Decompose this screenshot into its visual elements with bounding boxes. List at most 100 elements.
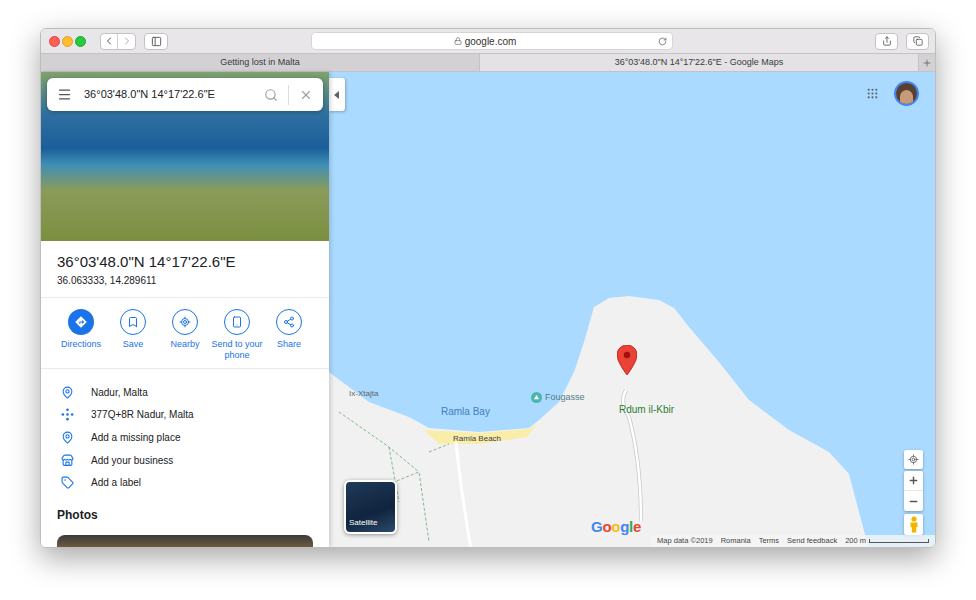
street-view-button[interactable] [904,514,923,535]
browser-tab[interactable]: Getting lost in Malta [41,54,480,71]
google-logo: Google [591,516,641,539]
tabs-icon [913,36,923,46]
add-place-icon [61,431,74,444]
plus-code-icon [61,408,74,421]
detail-text: Nadur, Malta [91,385,148,400]
plus-icon [922,58,932,68]
search-input[interactable]: 36°03'48.0"N 14°17'22.6"E [84,86,264,103]
place-header: 36°03'48.0"N 14°17'22.6"E 36.063333, 14.2… [41,241,329,298]
detail-row[interactable]: Nadur, Malta [61,381,309,404]
collapse-panel-button[interactable] [329,78,345,111]
action-label: Send to your phone [211,339,263,361]
apps-icon [866,87,879,100]
action-label: Nearby [170,339,199,350]
detail-row[interactable]: Add a label [61,471,309,494]
satellite-label: Satellite [349,517,377,529]
desktop: google.comGetting lost in Malta36°03'48.… [0,0,976,600]
zoom-button[interactable] [75,36,86,47]
place-title: 36°03'48.0"N 14°17'22.6"E [57,252,313,272]
forward-icon [121,35,133,47]
map-label[interactable]: Ix-Xtajta [349,388,378,400]
footer-link[interactable]: Send feedback [787,535,837,546]
back-button[interactable] [101,34,118,49]
place-decimal: 36.063333, 14.289611 [57,274,313,288]
side-panel: 36°03'48.0"N 14°17'22.6"E36°03'48.0"N 14… [41,72,329,547]
nearby-icon [172,309,198,335]
detail-text: Add your business [91,453,173,468]
locate-icon [908,454,919,465]
map-label[interactable]: Fougasse [531,391,585,405]
tab-bar: Getting lost in Malta36°03'48.0"N 14°17'… [41,53,935,72]
photo-thumbnail[interactable] [57,535,313,547]
poi-icon [531,392,542,403]
apps-button[interactable] [866,87,879,100]
close-button[interactable] [49,36,60,47]
action-button[interactable]: Save [107,309,159,368]
action-button[interactable]: Nearby [159,309,211,368]
navigation-buttons [100,33,136,50]
zoom-controls [904,471,923,511]
place-photo[interactable]: 36°03'48.0"N 14°17'22.6"E [41,72,329,241]
search-icon[interactable] [264,88,278,102]
detail-text: 377Q+8R Nadur, Malta [91,407,194,422]
detail-text: Add a label [91,475,141,490]
footer-link: Map data ©2019 [657,535,713,546]
browser-tab[interactable]: 36°03'48.0"N 14°17'22.6"E - Google Maps [480,54,919,71]
bookmark-icon [120,309,146,335]
photos-heading: Photos [41,506,329,524]
action-button[interactable]: Share [263,309,315,368]
detail-row[interactable]: Add your business [61,449,309,472]
map-label[interactable]: Ramla Bay [441,404,490,419]
detail-row[interactable]: Add a missing place [61,426,309,449]
collapse-icon [334,91,340,99]
phone-icon [224,309,250,335]
map[interactable]: Ix-Xtajta Ramla Bay Fougasse Ramla Beach Rdu… [329,72,935,547]
my-location-button[interactable] [904,450,923,469]
browser-window: google.comGetting lost in Malta36°03'48.… [40,28,936,548]
new-tab-button[interactable] [919,54,935,71]
address-bar[interactable]: google.com [311,32,673,50]
tabs-button[interactable] [906,33,929,50]
detail-text: Add a missing place [91,430,181,445]
map-pin-icon[interactable] [617,345,637,375]
action-label: Save [123,339,144,350]
menu-icon[interactable] [57,87,72,102]
detail-row[interactable]: 377Q+8R Nadur, Malta [61,404,309,427]
action-button[interactable]: Send to your phone [211,309,263,368]
scale-bar[interactable]: 200 m [845,535,929,546]
zoom-out-button[interactable] [904,491,923,511]
action-label: Share [277,339,301,350]
search-box[interactable]: 36°03'48.0"N 14°17'22.6"E [47,78,323,111]
share-icon [276,309,302,335]
directions-icon [68,309,94,335]
lock-icon [454,37,462,45]
location-icon [61,386,74,399]
footer-link[interactable]: Romania [721,535,751,546]
map-label[interactable]: Ramla Beach [453,433,501,445]
share-icon [882,36,892,46]
details-list: Nadur, Malta 377Q+8R Nadur, Malta Add a mi… [41,369,329,494]
back-icon [103,35,115,47]
land-shape [329,72,935,547]
map-footer: Map data ©2019 Romania Terms Send feedback 2… [651,535,935,547]
share-button[interactable] [875,33,898,50]
forward-button[interactable] [118,34,135,49]
plus-icon [908,475,919,486]
pegman-icon [909,516,919,533]
clear-icon[interactable] [299,88,313,102]
store-icon [61,454,74,467]
sidebar-icon [151,36,162,47]
reload-icon[interactable] [658,37,667,46]
action-label: Directions [61,339,101,350]
sidebar-button[interactable] [144,33,168,50]
satellite-toggle[interactable]: Satellite [344,480,397,534]
address-text: google.com [465,34,517,49]
footer-link[interactable]: Terms [759,535,779,546]
minimize-button[interactable] [62,36,73,47]
minus-icon [908,496,919,507]
action-row: Directions Save Nearby Send to your phone Sh… [41,298,329,369]
account-avatar[interactable] [894,81,919,106]
zoom-in-button[interactable] [904,471,923,491]
action-button[interactable]: Directions [55,309,107,368]
map-label[interactable]: Rdum il-Kbir [619,402,674,417]
